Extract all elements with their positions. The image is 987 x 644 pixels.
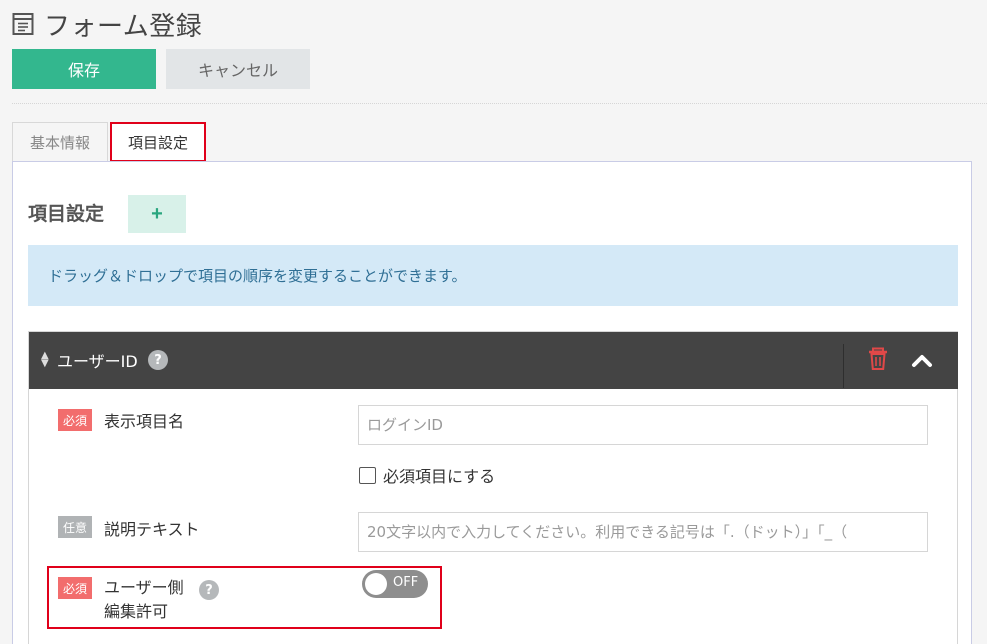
add-item-button[interactable]: + — [128, 195, 186, 233]
display-name-input[interactable] — [358, 405, 928, 445]
page-header: フォーム登録 — [12, 6, 202, 42]
divider — [12, 103, 987, 104]
field-header[interactable]: ▲ ▼ ユーザーID ? — [29, 332, 958, 389]
section-title: 項目設定 — [28, 203, 105, 225]
cancel-button[interactable]: キャンセル — [166, 49, 310, 89]
user-edit-toggle[interactable]: OFF — [362, 570, 428, 598]
chevron-up-icon[interactable] — [911, 351, 933, 369]
toggle-state: OFF — [393, 575, 419, 590]
display-name-label: 表示項目名 — [104, 412, 185, 431]
trash-icon[interactable] — [867, 347, 889, 371]
save-button[interactable]: 保存 — [12, 49, 156, 89]
field-card: ▲▼ ユーザーID ? 必須 表示項目名 必須項目にする 任意 説明テキスト — [28, 331, 958, 644]
required-checkbox-label[interactable]: 必須項目にする — [383, 463, 495, 487]
header-separator — [843, 344, 844, 388]
description-label: 説明テキスト — [104, 520, 200, 539]
user-edit-label-line2: 編集許可 — [104, 602, 169, 621]
required-tag: 必須 — [58, 577, 93, 599]
form-icon — [12, 13, 34, 35]
drag-handle-icon[interactable]: ▲ ▼ — [41, 351, 49, 369]
field-name: ユーザーID — [57, 352, 138, 371]
info-message: ドラッグ＆ドロップで項目の順序を変更することができます。 — [28, 245, 958, 306]
help-icon[interactable]: ? — [148, 350, 168, 370]
user-edit-label: ユーザー側 — [104, 578, 184, 597]
required-checkbox[interactable] — [359, 467, 376, 484]
description-input[interactable] — [358, 512, 928, 552]
help-icon[interactable]: ? — [199, 580, 219, 600]
tab-basic-info[interactable]: 基本情報 — [12, 122, 108, 162]
optional-tag: 任意 — [58, 516, 93, 538]
toggle-knob — [365, 573, 387, 595]
page-title: フォーム登録 — [44, 11, 203, 42]
tab-item-settings[interactable]: 項目設定 — [110, 122, 206, 162]
item-settings-panel: 項目設定 + ドラッグ＆ドロップで項目の順序を変更することができます。 ▲ ▼ ユ… — [12, 161, 972, 644]
required-tag: 必須 — [58, 409, 93, 431]
